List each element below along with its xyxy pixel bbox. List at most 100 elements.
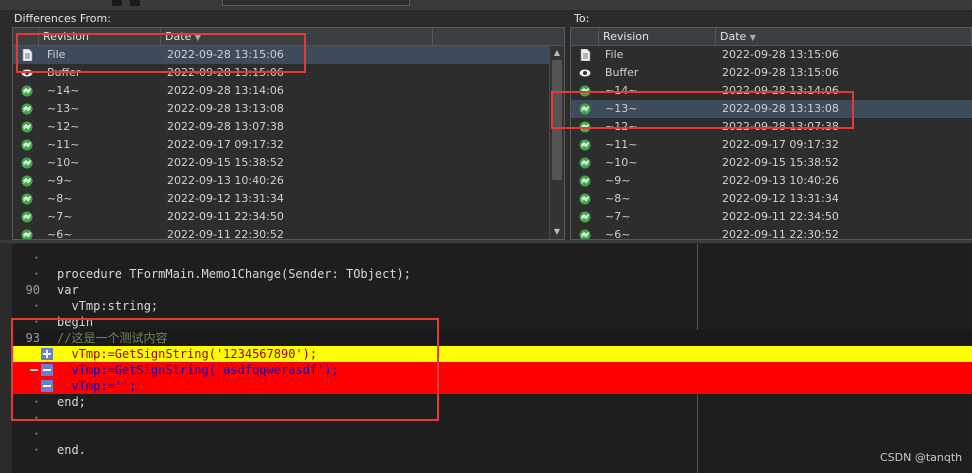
table-row[interactable]: ~10~ 2022-09-15 15:38:52 — [571, 154, 972, 172]
date-cell: 2022-09-28 13:14:06 — [722, 84, 839, 97]
icon-column-header[interactable] — [13, 28, 39, 45]
deleted-line[interactable]: vTmp:=GetSignString('asdfqqwerasdf'); — [12, 362, 972, 378]
code-line[interactable]: · — [12, 410, 972, 426]
revision-icon — [579, 103, 591, 115]
file-icon — [579, 48, 591, 62]
table-row[interactable]: ~6~ 2022-09-11 22:30:52 — [571, 226, 972, 240]
scroll-down-icon[interactable]: ▼ — [552, 227, 562, 237]
revision-cell: Buffer — [605, 66, 639, 79]
toolbar-button[interactable] — [112, 0, 122, 6]
table-row[interactable]: ~14~ 2022-09-28 13:14:06 — [571, 82, 972, 100]
table-row[interactable]: ~11~ 2022-09-17 09:17:32 — [13, 136, 564, 154]
date-cell: 2022-09-11 22:30:52 — [167, 228, 284, 240]
revision-icon — [579, 211, 591, 223]
revision-column-header[interactable]: Revision — [599, 28, 716, 45]
table-row[interactable]: ~10~ 2022-09-15 15:38:52 — [13, 154, 564, 172]
table-row[interactable]: File 2022-09-28 13:15:06 — [13, 46, 564, 64]
horizontal-splitter[interactable] — [0, 240, 972, 243]
scroll-thumb[interactable] — [552, 60, 562, 180]
code-line[interactable]: 93 //这是一个测试内容 — [12, 330, 972, 346]
table-row[interactable]: Buffer 2022-09-28 13:15:06 — [13, 64, 564, 82]
revision-column-header[interactable]: Revision — [39, 28, 161, 45]
code-line[interactable]: · procedure TFormMain.Memo1Change(Sender:… — [12, 266, 972, 282]
toolbar-field[interactable] — [222, 0, 410, 6]
table-row[interactable]: Buffer 2022-09-28 13:15:06 — [571, 64, 972, 82]
vertical-scrollbar[interactable]: ▲ ▼ — [549, 46, 564, 239]
revision-icon — [579, 121, 591, 133]
scroll-up-icon[interactable]: ▲ — [552, 48, 562, 58]
table-row[interactable]: ~11~ 2022-09-17 09:17:32 — [571, 136, 972, 154]
diff-editor[interactable]: · · procedure TFormMain.Memo1Change(Sender… — [12, 244, 972, 473]
code-line[interactable]: · end; — [12, 394, 972, 410]
code-line[interactable]: · end. — [12, 442, 972, 458]
table-row[interactable]: ~13~ 2022-09-28 13:13:08 — [13, 100, 564, 118]
date-cell: 2022-09-28 13:07:38 — [722, 120, 839, 133]
added-line[interactable]: vTmp:=GetSignString('1234567890'); — [12, 346, 972, 362]
revision-cell: ~6~ — [47, 228, 73, 240]
code-line[interactable]: · begin — [12, 314, 972, 330]
table-row[interactable]: ~8~ 2022-09-12 13:31:34 — [571, 190, 972, 208]
revision-icon — [21, 103, 33, 115]
revision-icon — [579, 229, 591, 239]
line-number: · — [32, 443, 40, 457]
table-row[interactable]: File 2022-09-28 13:15:06 — [571, 46, 972, 64]
line-number: 90 — [25, 283, 40, 297]
line-number: · — [32, 267, 40, 281]
revision-cell: ~14~ — [605, 84, 638, 97]
table-row[interactable]: ~14~ 2022-09-28 13:14:06 — [13, 82, 564, 100]
revision-cell: File — [47, 48, 66, 61]
revision-icon — [21, 193, 33, 205]
revision-cell: ~13~ — [605, 102, 638, 115]
date-column-header[interactable]: Date ▼ — [161, 28, 433, 45]
table-row[interactable]: ~9~ 2022-09-13 10:40:26 — [571, 172, 972, 190]
date-cell: 2022-09-12 13:31:34 — [722, 192, 839, 205]
code-text: procedure TFormMain.Memo1Change(Sender: … — [57, 267, 412, 281]
line-number: · — [32, 315, 40, 329]
code-text: vTmp:=GetSignString('asdfqqwerasdf'); — [57, 363, 339, 377]
toolbar-button[interactable] — [130, 0, 140, 6]
date-column-header[interactable]: Date ▼ — [716, 28, 972, 45]
code-line[interactable]: · vTmp:string; — [12, 298, 972, 314]
revision-cell: ~11~ — [47, 138, 80, 151]
table-row[interactable]: ~12~ 2022-09-28 13:07:38 — [571, 118, 972, 136]
table-row[interactable]: ~13~ 2022-09-28 13:13:08 — [571, 100, 972, 118]
code-text: vTmp:=GetSignString('1234567890'); — [57, 347, 318, 361]
icon-column-header[interactable] — [571, 28, 599, 45]
plus-icon[interactable] — [41, 348, 53, 360]
date-cell: 2022-09-13 10:40:26 — [722, 174, 839, 187]
date-cell: 2022-09-13 10:40:26 — [167, 174, 284, 187]
minus-icon[interactable] — [41, 364, 53, 376]
code-line[interactable]: 90 var — [12, 282, 972, 298]
table-row[interactable]: ~7~ 2022-09-11 22:34:50 — [13, 208, 564, 226]
code-text: vTmp:=''; — [57, 379, 137, 393]
file-icon — [21, 48, 33, 62]
table-row[interactable]: ~7~ 2022-09-11 22:34:50 — [571, 208, 972, 226]
revision-icon — [579, 175, 591, 187]
differences-from-table: Revision Date ▼ File 2022-09-28 13:15:06 B… — [12, 27, 565, 240]
revision-cell: ~7~ — [605, 210, 631, 223]
to-label: To: — [574, 12, 590, 25]
code-line[interactable]: · — [12, 250, 972, 266]
revision-cell: Buffer — [47, 66, 81, 79]
table-row[interactable]: ~8~ 2022-09-12 13:31:34 — [13, 190, 564, 208]
date-cell: 2022-09-12 13:31:34 — [167, 192, 284, 205]
deleted-line[interactable]: vTmp:=''; — [12, 378, 972, 394]
revision-cell: ~10~ — [47, 156, 80, 169]
revision-cell: ~6~ — [605, 228, 631, 240]
table-row[interactable]: ~12~ 2022-09-28 13:07:38 — [13, 118, 564, 136]
table-row[interactable]: ~9~ 2022-09-13 10:40:26 — [13, 172, 564, 190]
code-text: var — [57, 283, 79, 297]
code-line[interactable]: · — [12, 426, 972, 442]
table-row[interactable]: ~6~ 2022-09-11 22:30:52 — [13, 226, 564, 240]
minus-icon[interactable] — [41, 380, 53, 392]
differences-from-label: Differences From: — [14, 12, 111, 25]
revision-cell: File — [605, 48, 624, 61]
revision-icon — [21, 175, 33, 187]
code-text: end; — [57, 395, 86, 409]
eye-icon — [21, 67, 33, 79]
change-marker-icon — [30, 369, 38, 371]
revision-cell: ~12~ — [605, 120, 638, 133]
line-number: 93 — [25, 331, 40, 345]
revision-cell: ~9~ — [605, 174, 631, 187]
revision-cell: ~10~ — [605, 156, 638, 169]
